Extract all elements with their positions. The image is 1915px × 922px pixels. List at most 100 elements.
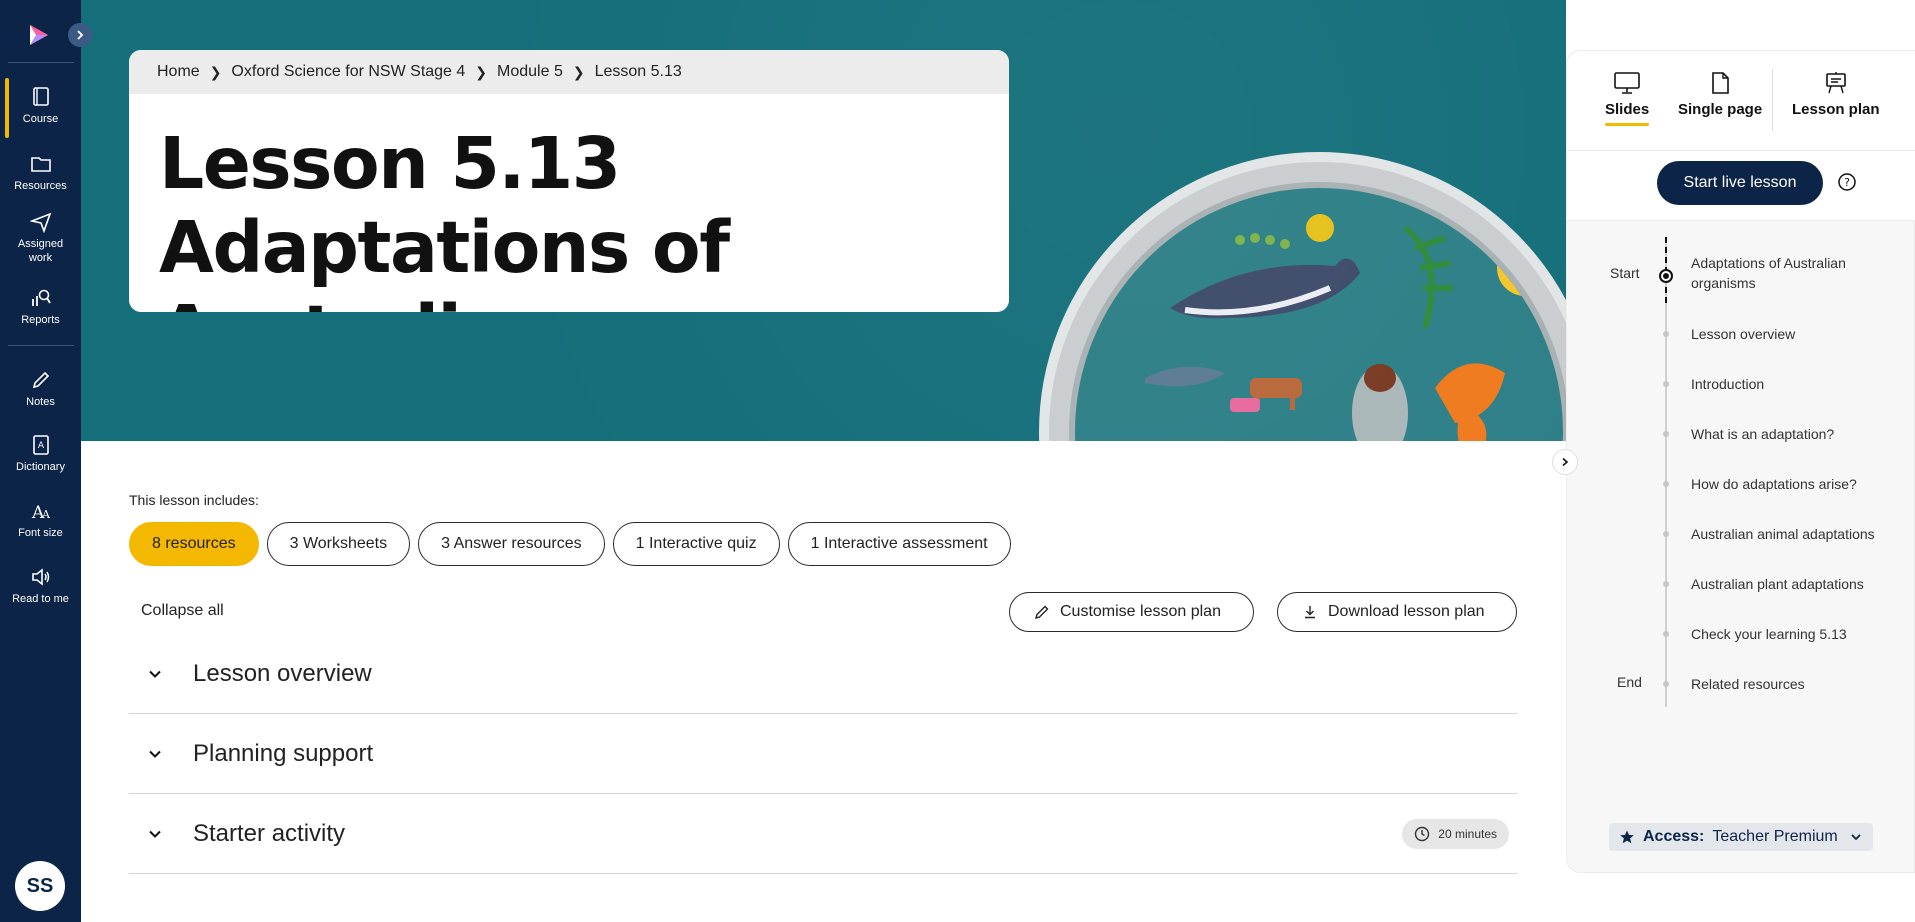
sidebar-item-label: Dictionary <box>16 461 65 473</box>
sidebar-item-font-size[interactable]: AA Font size <box>0 500 81 540</box>
chevron-right-icon: ❯ <box>209 63 222 80</box>
sidebar-item-label: Notes <box>26 396 55 408</box>
book-icon <box>32 87 49 106</box>
chip-resources[interactable]: 8 resources <box>129 522 259 566</box>
timeline-dot <box>1663 381 1669 387</box>
chevron-down-icon <box>147 666 171 682</box>
timeline-dot <box>1663 581 1669 587</box>
sidebar-divider <box>8 345 74 346</box>
tab-label: Lesson plan <box>1792 101 1880 118</box>
help-icon[interactable]: ? <box>1837 172 1857 192</box>
sidebar-item-assigned-work[interactable]: Assigned work <box>0 211 81 265</box>
section-planning-support[interactable]: Planning support <box>129 714 1517 794</box>
sidebar-item-label: Reports <box>21 314 60 326</box>
tab-slides[interactable]: Slides <box>1605 71 1650 126</box>
app-logo[interactable] <box>26 22 52 48</box>
timeline-item[interactable]: Australian plant adaptations <box>1691 574 1901 594</box>
easel-icon <box>1825 72 1846 94</box>
font-size-icon: AA <box>31 503 51 522</box>
section-title: Lesson overview <box>193 659 372 687</box>
expand-sidebar-button[interactable] <box>68 23 92 47</box>
sidebar-item-read-to-me[interactable]: Read to me <box>0 566 81 606</box>
timeline-dot <box>1663 631 1669 637</box>
timeline-item[interactable]: Australian animal adaptations <box>1691 524 1901 544</box>
sidebar-item-label: Course <box>22 113 59 125</box>
access-value: Teacher Premium <box>1712 828 1838 845</box>
sidebar-item-label: Font size <box>18 527 63 539</box>
access-label: Access: <box>1643 828 1705 845</box>
reports-icon <box>31 289 51 306</box>
live-lesson-row: Start live lesson ? <box>1567 151 1915 221</box>
customise-lesson-plan-button[interactable]: Customise lesson plan <box>1009 592 1254 632</box>
timeline-item[interactable]: Introduction <box>1691 374 1901 394</box>
svg-text:A: A <box>41 508 51 521</box>
timeline-dot <box>1663 481 1669 487</box>
star-icon <box>1620 830 1634 844</box>
tab-single-page[interactable]: Single page <box>1678 71 1762 118</box>
download-lesson-plan-button[interactable]: Download lesson plan <box>1277 592 1517 632</box>
chevron-right-icon <box>1562 457 1569 467</box>
sidebar-item-resources[interactable]: Resources <box>0 153 81 193</box>
timeline-dot <box>1663 331 1669 337</box>
duration-badge: 20 minutes <box>1402 819 1509 849</box>
toggle-right-panel-button[interactable] <box>1552 449 1578 475</box>
illustration-inner <box>1069 182 1566 441</box>
section-starter-activity[interactable]: Starter activity 20 minutes <box>129 794 1517 874</box>
timeline-item[interactable]: How do adaptations arise? <box>1691 474 1901 494</box>
timeline-item[interactable]: Lesson overview <box>1691 324 1901 344</box>
timeline-item[interactable]: Check your learning 5.13 <box>1691 624 1901 644</box>
start-live-lesson-button[interactable]: Start live lesson <box>1657 161 1823 205</box>
sidebar-item-reports[interactable]: Reports <box>0 287 81 327</box>
view-mode-tabs: Slides Single page Lesson plan <box>1567 51 1915 151</box>
chevron-down-icon <box>1851 834 1861 841</box>
section-title: Starter activity <box>193 819 346 847</box>
timeline-item[interactable]: Adaptations of Australian organisms <box>1691 253 1901 293</box>
sidebar-item-notes[interactable]: Notes <box>0 369 81 409</box>
sidebar-item-course[interactable]: Course <box>0 78 81 138</box>
chip-interactive-assessment[interactable]: 1 Interactive assessment <box>787 522 1011 566</box>
tab-divider <box>1772 69 1773 131</box>
breadcrumb-lesson: Lesson 5.13 <box>594 63 682 80</box>
petri-dish-illustration <box>1039 152 1566 441</box>
clock-icon <box>1415 826 1430 842</box>
duration-text: 20 minutes <box>1438 827 1497 841</box>
sidebar-item-dictionary[interactable]: A Dictionary <box>0 434 81 474</box>
breadcrumb-module[interactable]: Module 5 <box>497 63 563 81</box>
chip-worksheets[interactable]: 3 Worksheets <box>266 522 411 566</box>
section-lesson-overview[interactable]: Lesson overview <box>129 634 1517 714</box>
timeline-start-label: Start <box>1610 265 1640 281</box>
pencil-icon <box>32 371 49 389</box>
timeline-dot <box>1663 431 1669 437</box>
section-title: Planning support <box>193 739 374 767</box>
chevron-right-icon: ❯ <box>475 63 488 80</box>
breadcrumb-course[interactable]: Oxford Science for NSW Stage 4 <box>231 63 465 81</box>
chip-interactive-quiz[interactable]: 1 Interactive quiz <box>612 522 780 566</box>
chevron-right-icon <box>77 30 84 40</box>
access-level-dropdown[interactable]: Access: Teacher Premium <box>1609 823 1873 851</box>
organisms-illustration <box>1145 214 1553 441</box>
hero-banner: Home ❯ Oxford Science for NSW Stage 4 ❯ … <box>81 0 1566 441</box>
sidebar-divider <box>8 62 74 63</box>
svg-text:?: ? <box>1844 176 1850 189</box>
app-root: Course Resources Assigned work Reports N… <box>0 0 1915 922</box>
download-label: Download lesson plan <box>1328 603 1485 620</box>
resource-filter-chips: 8 resources 3 Worksheets 3 Answer resour… <box>129 522 1011 566</box>
lesson-title-card: Home ❯ Oxford Science for NSW Stage 4 ❯ … <box>129 50 1009 312</box>
chip-answer-resources[interactable]: 3 Answer resources <box>418 522 605 566</box>
tab-label: Slides <box>1605 101 1650 118</box>
collapse-all-button[interactable]: Collapse all <box>141 602 224 620</box>
download-icon <box>1305 606 1315 619</box>
timeline-end-label: End <box>1617 674 1642 690</box>
timeline-current-marker <box>1659 269 1673 283</box>
breadcrumb-home[interactable]: Home <box>157 63 200 81</box>
sidebar-item-label: Assigned work <box>17 238 64 264</box>
tab-lesson-plan[interactable]: Lesson plan <box>1792 71 1880 118</box>
tab-label: Single page <box>1678 101 1763 118</box>
user-avatar[interactable]: SS <box>15 861 65 911</box>
chevron-down-icon <box>147 746 171 762</box>
timeline-item[interactable]: Related resources <box>1691 674 1901 694</box>
sidebar-item-label: Read to me <box>12 593 69 605</box>
chevron-right-icon: ❯ <box>572 63 585 80</box>
timeline-item[interactable]: What is an adaptation? <box>1691 424 1901 444</box>
speaker-icon <box>31 568 49 586</box>
